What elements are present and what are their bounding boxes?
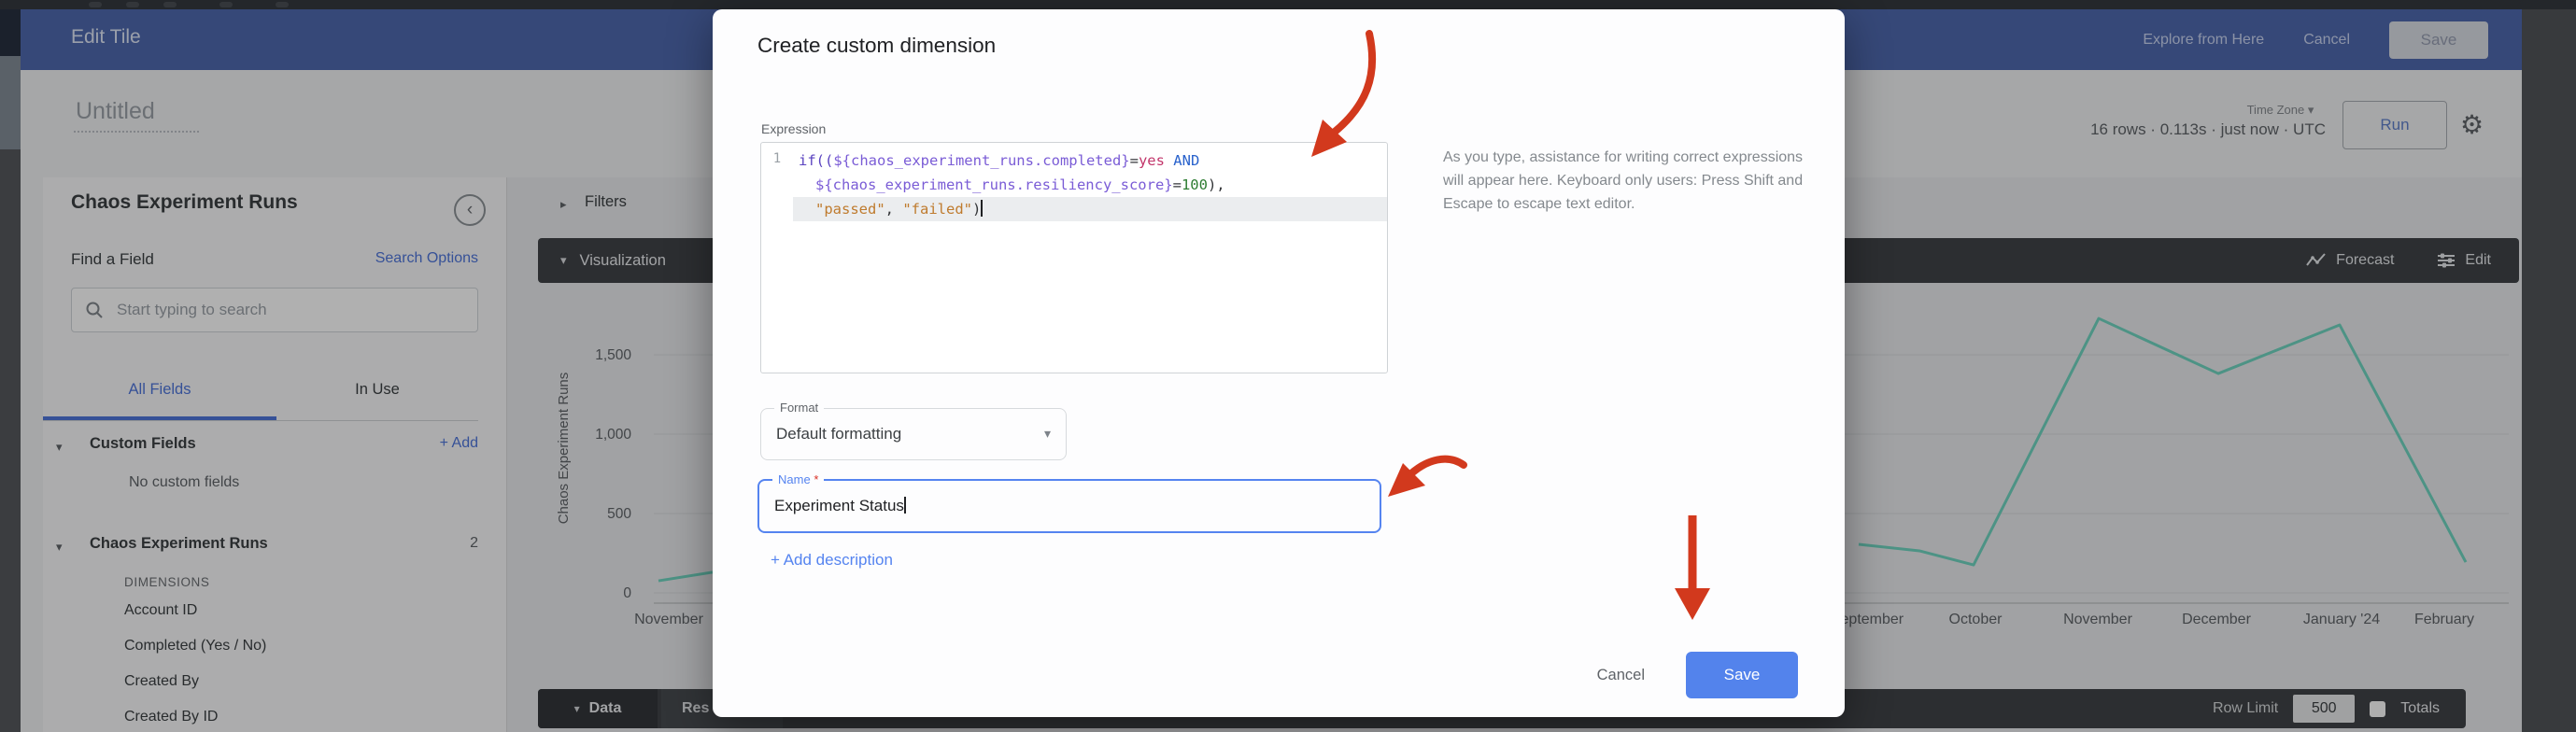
format-value: Default formatting xyxy=(776,425,901,443)
code-line[interactable]: "passed", "failed") xyxy=(793,197,1387,221)
required-asterisk: * xyxy=(814,472,818,486)
text-cursor xyxy=(904,497,906,514)
dialog-footer: Cancel Save xyxy=(713,652,1798,698)
expression-code[interactable]: if((${chaos_experiment_runs.completed}=y… xyxy=(793,143,1387,373)
code-line[interactable]: if((${chaos_experiment_runs.completed}=y… xyxy=(793,148,1387,173)
name-input-field[interactable]: Name * Experiment Status xyxy=(757,479,1381,533)
dialog-save-button[interactable]: Save xyxy=(1686,652,1798,698)
dialog-title: Create custom dimension xyxy=(757,34,996,58)
editor-help-text: As you type, assistance for writing corr… xyxy=(1443,146,1824,216)
format-label: Format xyxy=(774,401,824,415)
name-label: Name * xyxy=(772,472,824,486)
code-line[interactable]: ${chaos_experiment_runs.resiliency_score… xyxy=(793,173,1387,197)
create-custom-dimension-dialog: Create custom dimension Expression 1 if(… xyxy=(713,9,1845,717)
expression-label: Expression xyxy=(761,121,826,136)
format-select[interactable]: Format Default formatting ▾ xyxy=(760,408,1067,460)
dialog-cancel-button[interactable]: Cancel xyxy=(1597,667,1645,684)
chevron-down-icon: ▾ xyxy=(1044,426,1051,442)
screen: Edit Tile Explore from Here Cancel Save … xyxy=(0,0,2576,732)
line-number: 1 xyxy=(761,143,793,373)
add-description-link[interactable]: + Add description xyxy=(771,551,893,570)
expression-code-editor[interactable]: 1 if((${chaos_experiment_runs.completed}… xyxy=(760,142,1388,373)
name-value: Experiment Status xyxy=(774,497,906,515)
